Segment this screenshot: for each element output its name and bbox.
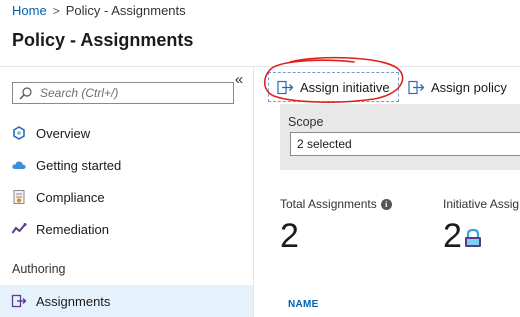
breadcrumb-separator: > — [52, 3, 60, 18]
breadcrumb-home-link[interactable]: Home — [12, 3, 47, 18]
overview-icon — [11, 125, 27, 141]
assign-policy-label: Assign policy — [431, 79, 507, 95]
compliance-icon — [11, 189, 27, 205]
info-icon[interactable]: i — [380, 198, 392, 210]
sidebar-item-assignments[interactable]: Assignments — [0, 285, 253, 317]
assignments-icon — [11, 293, 27, 309]
cloud-icon — [11, 157, 27, 173]
remediation-icon — [11, 221, 27, 237]
breadcrumb-current: Policy - Assignments — [65, 3, 186, 18]
sidebar-item-label: Assignments — [36, 293, 111, 309]
sidebar-search[interactable] — [12, 82, 234, 104]
initiative-assignments-label: Initiative Assig — [443, 197, 520, 211]
total-assignments-label: Total Assignments i — [280, 197, 392, 211]
sidebar-divider — [253, 66, 254, 317]
assign-icon — [277, 80, 294, 95]
sidebar-item-compliance[interactable]: Compliance — [0, 181, 253, 213]
sidebar-item-remediation[interactable]: Remediation — [0, 213, 253, 245]
total-assignments-value: 2 — [280, 217, 299, 255]
total-assignments-text: Total Assignments — [280, 197, 377, 211]
search-icon — [19, 86, 32, 99]
breadcrumb: Home > Policy - Assignments — [12, 3, 186, 18]
assign-initiative-button[interactable]: Assign initiative — [268, 72, 399, 102]
header-divider — [0, 66, 520, 67]
assign-initiative-label: Assign initiative — [300, 79, 390, 95]
search-input[interactable] — [40, 86, 220, 100]
sidebar-item-label: Compliance — [36, 189, 105, 205]
sidebar-item-getting-started[interactable]: Getting started — [0, 149, 253, 181]
page-title: Policy - Assignments — [12, 30, 194, 50]
sidebar-item-label: Overview — [36, 125, 91, 141]
table-column-name[interactable]: NAME — [288, 299, 319, 310]
assign-policy-button[interactable]: Assign policy — [408, 72, 507, 102]
sidebar-item-overview[interactable]: Overview — [0, 117, 253, 149]
initiative-assignments-value: 2 — [443, 217, 462, 255]
sidebar-section-authoring: Authoring — [12, 262, 66, 276]
scope-selector[interactable]: 2 selected — [290, 132, 520, 156]
assign-icon — [408, 80, 425, 95]
scope-label: Scope — [288, 115, 324, 129]
initiative-lock-icon — [465, 228, 481, 247]
sidebar-item-label: Getting started — [36, 157, 122, 173]
sidebar-item-label: Remediation — [36, 221, 109, 237]
